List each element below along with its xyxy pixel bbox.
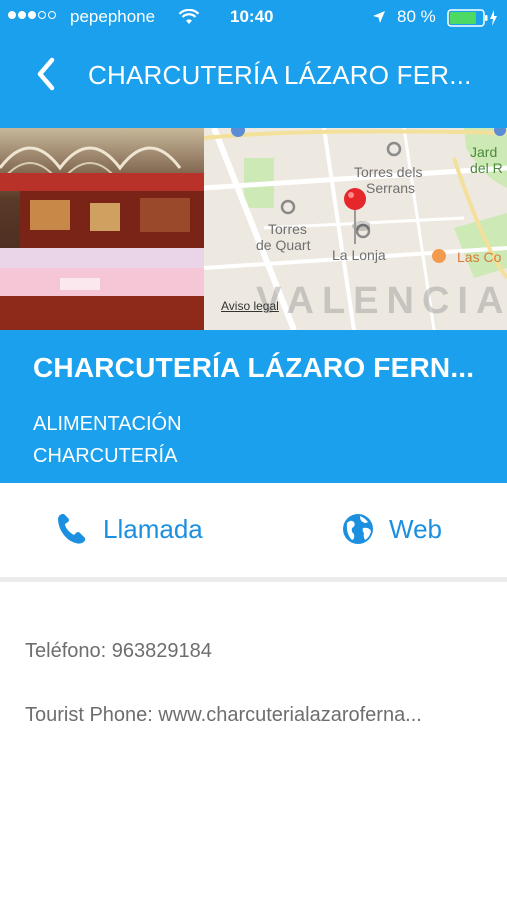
call-label: Llamada — [103, 513, 203, 544]
battery-icon — [447, 9, 497, 27]
subcategory-label: CHARCUTERÍA — [33, 445, 178, 467]
battery-percent: 80 % — [397, 7, 436, 26]
location-map[interactable]: Torres dels Serrans Torres de Quart La L… — [204, 128, 507, 330]
map-label: del R — [470, 160, 503, 176]
business-name: CHARCUTERÍA LÁZARO FERN... — [33, 352, 475, 383]
carrier-name: pepephone — [70, 7, 156, 26]
web-label: Web — [389, 513, 442, 544]
globe-icon — [343, 514, 373, 544]
nav-bar: CHARCUTERÍA LÁZARO FER... — [0, 36, 507, 128]
map-label: Jard — [470, 144, 498, 160]
map-label: Torres — [268, 221, 307, 237]
map-city-label: VALENCIA — [256, 280, 507, 322]
clock: 10:40 — [230, 7, 274, 26]
map-pin-icon[interactable] — [340, 186, 370, 246]
category-label: ALIMENTACIÓN — [33, 413, 182, 435]
web-button[interactable]: Web — [341, 512, 442, 546]
phone-info[interactable]: Teléfono: 963829184 — [25, 640, 212, 663]
map-label: Torres dels — [354, 164, 423, 180]
back-chevron-icon[interactable] — [30, 54, 66, 94]
map-label: Las Co — [457, 249, 502, 265]
action-bar: Llamada Web — [0, 483, 507, 582]
map-label: de Quart — [256, 237, 311, 253]
shop-photo — [0, 128, 204, 330]
wifi-icon — [178, 9, 200, 24]
nav-title: CHARCUTERÍA LÁZARO FER... — [88, 60, 472, 90]
tourist-phone-info[interactable]: Tourist Phone: www.charcuterialazarofern… — [25, 704, 422, 727]
map-label: La Lonja — [332, 247, 386, 263]
location-arrow-icon — [373, 11, 385, 23]
business-header: CHARCUTERÍA LÁZARO FERN... ALIMENTACIÓN … — [0, 330, 507, 483]
signal-icon — [8, 11, 56, 19]
map-label: Serrans — [366, 180, 416, 196]
phone-icon — [58, 514, 86, 544]
call-button[interactable]: Llamada — [55, 512, 203, 546]
status-bar: pepephone 10:40 80 % — [0, 0, 507, 36]
legal-link[interactable]: Aviso legal — [221, 299, 279, 313]
